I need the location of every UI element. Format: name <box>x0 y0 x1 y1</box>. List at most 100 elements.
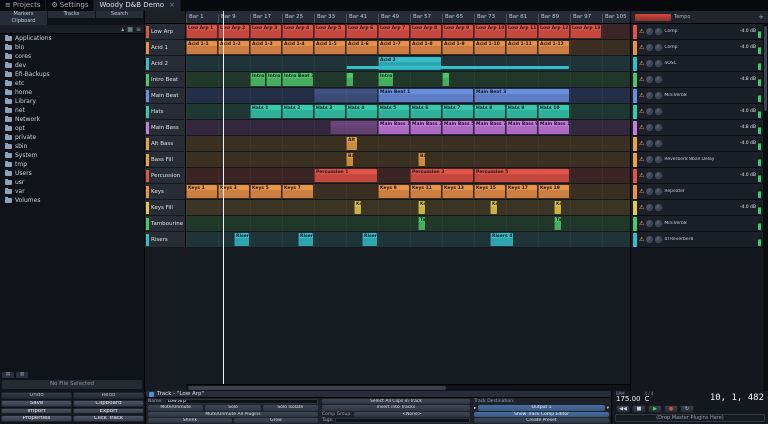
clip[interactable]: Acid 1-6 <box>346 41 377 54</box>
file-item[interactable]: Library <box>0 97 144 106</box>
playhead-cursor[interactable] <box>223 11 224 384</box>
file-item[interactable]: cores <box>0 52 144 61</box>
mixer-rack-hats[interactable]: ⚠-4.0 dB <box>631 104 763 120</box>
knob[interactable] <box>646 44 653 51</box>
grid-view-icon[interactable]: ▦ <box>127 25 133 34</box>
clip[interactable]: Percussion 3 <box>410 169 473 182</box>
knob[interactable] <box>646 204 653 211</box>
up-arrow-icon[interactable]: ▴ <box>121 25 124 34</box>
clip[interactable]: Key <box>554 201 561 214</box>
clip[interactable]: Low Arp 9 <box>442 25 473 38</box>
output-dropdown[interactable]: Output 1 <box>478 405 604 410</box>
clip[interactable]: Keys 1 <box>186 185 217 198</box>
file-item[interactable]: var <box>0 187 144 196</box>
click-track-button[interactable]: Click Track <box>73 415 144 422</box>
track-header-percussion[interactable]: Percussion <box>145 168 186 184</box>
clip[interactable]: Key <box>418 201 425 214</box>
file-item[interactable]: private <box>0 133 144 142</box>
mute-button[interactable]: Mute/Unmute <box>148 405 203 410</box>
save-button[interactable]: Save <box>1 400 72 407</box>
clip[interactable]: Risers 1 <box>234 233 249 246</box>
clip[interactable] <box>330 121 377 134</box>
clip[interactable]: Hats 5 <box>378 105 409 118</box>
comp-group-dropdown[interactable]: <None> <box>354 412 470 417</box>
file-item[interactable]: Volumes <box>0 196 144 205</box>
clip[interactable]: Key <box>354 201 361 214</box>
vertical-scrollbar-thumb[interactable] <box>764 26 767 111</box>
settings-button[interactable]: ⚙ Settings <box>46 0 94 11</box>
clip[interactable]: Acid 1-10 <box>474 41 505 54</box>
browser-tab-search[interactable]: Search <box>96 11 144 18</box>
clip[interactable]: Acid 1-4 <box>282 41 313 54</box>
panel-left-icon[interactable]: ▤ <box>2 372 14 378</box>
bpm-readout[interactable]: BPM 175.00 <box>616 392 641 403</box>
clip[interactable]: Acid 1-9 <box>442 41 473 54</box>
timeline-ruler[interactable]: Bar 1Bar 9Bar 17Bar 25Bar 33Bar 41Bar 49… <box>145 11 630 24</box>
clip[interactable]: Keys 13 <box>442 185 473 198</box>
horizontal-scrollbar[interactable] <box>186 384 630 391</box>
mixer-rack-keys-fill[interactable]: ⚠-4.0 dB <box>631 200 763 216</box>
clip[interactable]: Acid 1-12 <box>538 41 569 54</box>
clip[interactable] <box>442 73 449 86</box>
undo-button[interactable]: Undo <box>1 392 72 399</box>
clip[interactable]: Keys 9 <box>378 185 409 198</box>
mixer-rack-low-arp[interactable]: ⚠Comp-4.0 dB <box>631 24 763 40</box>
stop-button[interactable]: ■ <box>632 405 646 413</box>
track-header-low-arp[interactable]: Low Arp <box>145 24 186 40</box>
clip[interactable]: Key <box>490 201 497 214</box>
track-header-tambourine[interactable]: Tambourine <box>145 216 186 232</box>
clip[interactable]: Acid 1-5 <box>314 41 345 54</box>
browser-tab-tracks[interactable]: Tracks <box>48 11 96 18</box>
clip[interactable]: Ba <box>418 153 425 166</box>
clip[interactable]: Low Arp 10 <box>474 25 505 38</box>
knob[interactable] <box>646 28 653 35</box>
show-track-comp-editor-button[interactable]: Show Track Comp Editor <box>474 412 609 417</box>
knob[interactable] <box>646 172 653 179</box>
track-lane[interactable]: Low Arp 1Low Arp 2Low Arp 3Low Arp 4Low … <box>186 24 630 40</box>
clip[interactable]: Acid 1-3 <box>250 41 281 54</box>
file-item[interactable]: Users <box>0 169 144 178</box>
track-lane[interactable]: Key Key Key Key <box>186 200 630 216</box>
clip[interactable]: Risers 3 <box>362 233 377 246</box>
clip[interactable]: Alt Ba <box>346 137 357 150</box>
clip[interactable]: Hats 9 <box>506 105 537 118</box>
knob[interactable] <box>655 124 662 131</box>
panel-right-icon[interactable]: ▥ <box>16 372 28 378</box>
knob[interactable] <box>655 156 662 163</box>
clip[interactable]: Hats 4 <box>346 105 377 118</box>
ruler-ticks[interactable]: Bar 1Bar 9Bar 17Bar 25Bar 33Bar 41Bar 49… <box>186 11 630 24</box>
knob[interactable] <box>646 76 653 83</box>
clip[interactable]: Main Beat 3 <box>474 89 569 102</box>
import-button[interactable]: Import <box>1 408 72 415</box>
track-lane[interactable]: Hats 1Hats 2Hats 3Hats 4Hats 5Hats 6Hats… <box>186 104 630 120</box>
clip[interactable]: Keys 5 <box>250 185 281 198</box>
mute-all-plugins-button[interactable]: Mute/Unmute All Plugins <box>148 412 318 417</box>
file-item[interactable]: bin <box>0 43 144 52</box>
file-item[interactable]: Network <box>0 115 144 124</box>
clip[interactable]: Intro Beat 1 <box>250 73 265 86</box>
clip[interactable]: Intro Beat 5 <box>378 73 393 86</box>
insert-into-tracks-button[interactable]: Insert into Tracks <box>322 405 470 410</box>
clip[interactable] <box>314 89 377 102</box>
clip[interactable]: Intro Beat 2 <box>266 73 281 86</box>
track-name-input[interactable] <box>165 399 318 404</box>
clip[interactable] <box>346 73 353 86</box>
knob[interactable] <box>655 28 662 35</box>
clip[interactable]: Percussion 5 <box>474 169 569 182</box>
track-lane[interactable]: Ba Ba <box>186 152 630 168</box>
knob[interactable] <box>655 60 662 67</box>
track-lane[interactable]: Main Beat 1Main Beat 3 <box>186 88 630 104</box>
mixer-rack-acid-2[interactable]: ⚠4OSC <box>631 56 763 72</box>
mixer-rack-risers[interactable]: ⚠4TReverber8 <box>631 232 763 248</box>
clip[interactable]: Low Arp 1 <box>186 25 217 38</box>
clip[interactable]: Low Arp 3 <box>250 25 281 38</box>
timesig-readout[interactable]: 4 / 4 C <box>645 392 654 403</box>
track-lane[interactable]: Intro Beat 1Intro Beat 2Intro Beat 3Intr… <box>186 72 630 88</box>
clip[interactable]: Ba <box>346 153 353 166</box>
mixer-rack-main-bass[interactable]: ⚠-4.8 dB <box>631 120 763 136</box>
track-header-bass-fill[interactable]: Bass Fill <box>145 152 186 168</box>
clip[interactable]: Low Arp 7 <box>378 25 409 38</box>
mixer-rack-bass-fill[interactable]: ⚠Reverber8 8ball Delay <box>631 152 763 168</box>
properties-button[interactable]: Properties <box>1 415 72 422</box>
clip[interactable]: Main Bass 7 <box>474 121 505 134</box>
